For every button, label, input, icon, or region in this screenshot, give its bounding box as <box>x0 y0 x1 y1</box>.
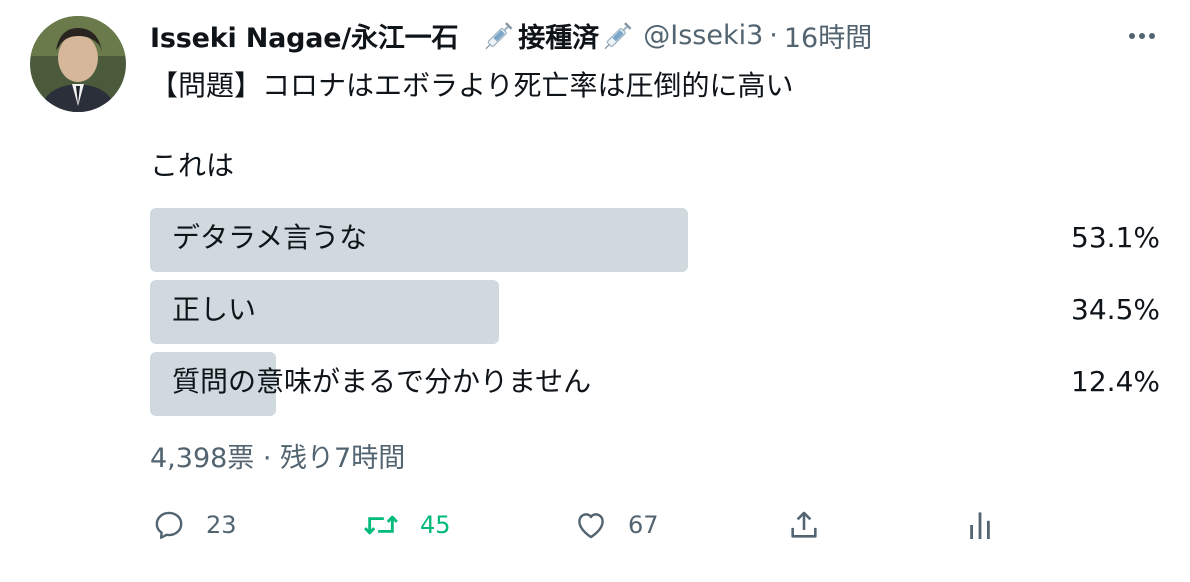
badge-text: 接種済 <box>518 22 600 54</box>
reply-icon <box>155 511 183 539</box>
poll-option-label: デタラメ言うな <box>172 221 368 254</box>
display-name[interactable]: Isseki Nagae/永江一石 <box>150 16 458 55</box>
reply-button[interactable]: 23 <box>152 502 237 548</box>
retweet-count: 45 <box>420 511 451 539</box>
poll-option-percent: 53.1% <box>1071 221 1160 254</box>
avatar[interactable] <box>30 16 126 112</box>
poll-option: 正しい 34.5% <box>150 280 1160 344</box>
analytics-icon <box>970 512 990 539</box>
like-count: 67 <box>628 511 659 539</box>
tweet-text-line-2: これは <box>150 149 235 182</box>
tweet-header: Isseki Nagae/永江一石 接種済 @Isseki3 · 16時間 <box>150 12 872 58</box>
poll-option-label: 質問の意味がまるで分かりません <box>172 365 592 398</box>
retweet-icon <box>364 515 398 535</box>
share-button[interactable] <box>786 502 822 548</box>
poll-option-percent: 34.5% <box>1071 293 1160 326</box>
poll-option-label: 正しい <box>172 293 257 326</box>
reply-count: 23 <box>206 511 237 539</box>
syringe-icon <box>485 22 513 50</box>
name-badge: 接種済 <box>482 16 635 55</box>
share-icon <box>791 511 817 538</box>
more-icon <box>1129 33 1155 39</box>
heart-icon <box>578 513 604 539</box>
poll-option-percent: 12.4% <box>1071 365 1160 398</box>
profile-photo <box>30 16 126 112</box>
poll-meta: 4,398票 · 残り7時間 <box>150 443 406 474</box>
syringe-icon <box>604 22 632 50</box>
analytics-button[interactable] <box>966 502 994 548</box>
user-handle[interactable]: @Isseki3 <box>643 20 763 51</box>
poll-option: 質問の意味がまるで分かりません 12.4% <box>150 352 1160 416</box>
like-button[interactable]: 67 <box>574 502 659 548</box>
tweet-timestamp[interactable]: 16時間 <box>784 16 872 55</box>
more-button[interactable] <box>1124 18 1160 54</box>
tweet-text-line-1: 【問題】コロナはエボラより死亡率は圧倒的に高い <box>150 69 794 102</box>
retweet-button[interactable]: 45 <box>362 502 451 548</box>
poll-option: デタラメ言うな 53.1% <box>150 208 1160 272</box>
separator-dot: · <box>769 19 778 51</box>
